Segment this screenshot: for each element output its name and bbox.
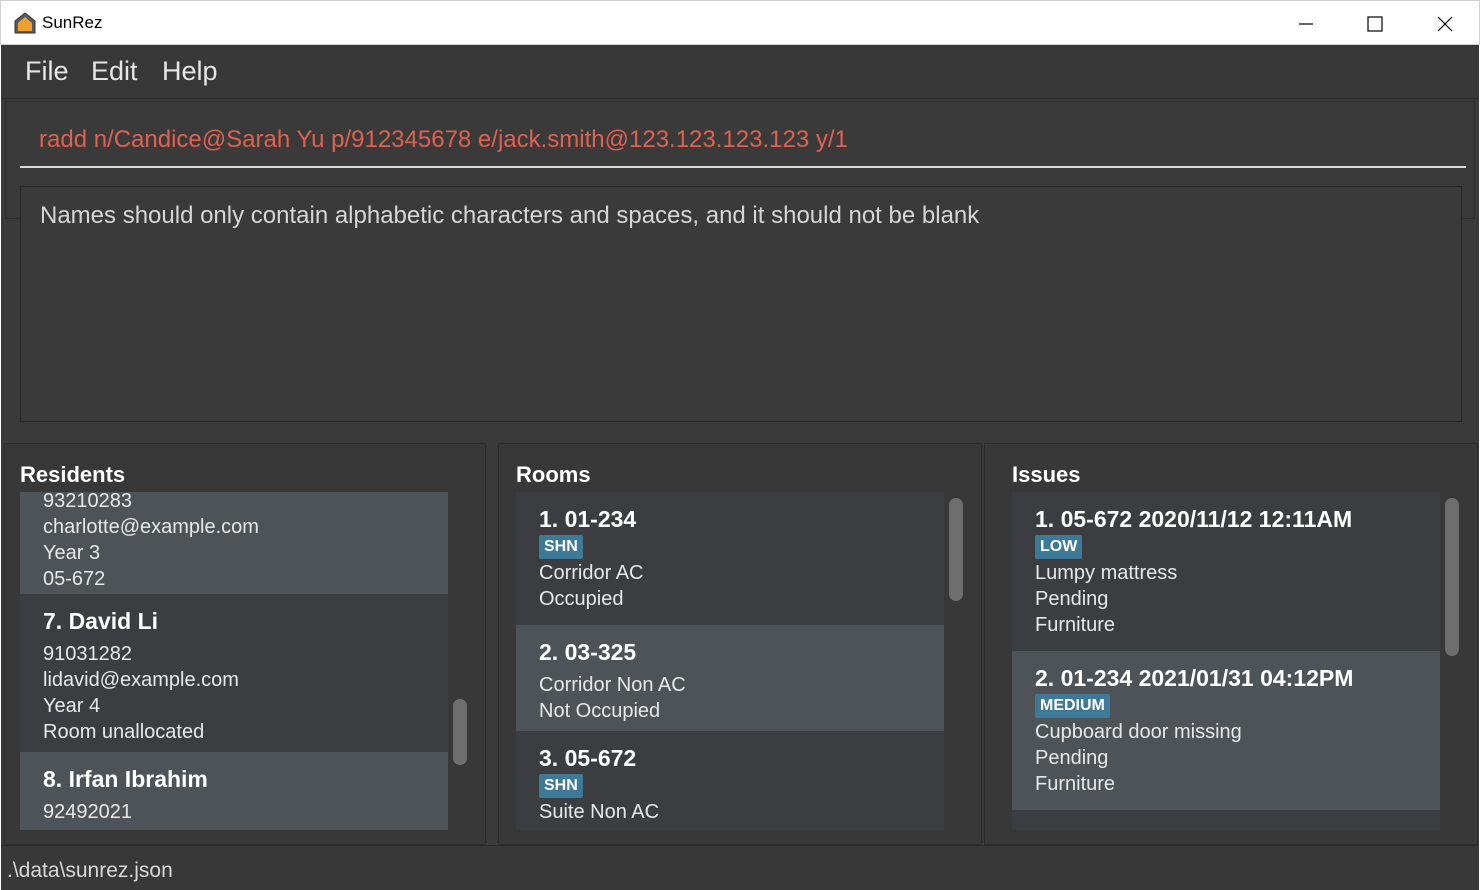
- resident-email: lidavid@example.com: [43, 669, 239, 691]
- resident-phone: 92492021: [43, 801, 132, 823]
- menu-bar: File Edit Help: [1, 45, 1479, 99]
- room-status: Not Occupied: [539, 700, 661, 722]
- issues-panel: Issues 1. 05-672 2020/11/12 12:11AM LOW …: [984, 443, 1478, 845]
- menu-file[interactable]: File: [25, 56, 69, 87]
- resident-room: 05-672: [43, 568, 106, 590]
- status-bar: .\data\sunrez.json: [1, 845, 1479, 890]
- issue-card-2[interactable]: 2. 01-234 2021/01/31 04:12PM MEDIUM Cupb…: [1012, 651, 1440, 810]
- maximize-icon: [1367, 15, 1383, 32]
- close-button[interactable]: [1410, 1, 1480, 46]
- rooms-panel: Rooms 1. 01-234 SHN Corridor AC Occupied…: [498, 443, 982, 845]
- issue-heading: 2. 01-234 2021/01/31 04:12PM: [1035, 665, 1354, 691]
- window-title: SunRez: [42, 13, 103, 32]
- issue-severity-tag: MEDIUM: [1035, 694, 1110, 718]
- menu-edit[interactable]: Edit: [91, 56, 138, 87]
- issue-description: Cupboard door missing: [1035, 721, 1242, 743]
- issues-scrollbar[interactable]: [1445, 498, 1459, 656]
- room-number: 3. 05-672: [539, 745, 637, 771]
- room-status: Occupied: [539, 588, 624, 610]
- issues-list[interactable]: 1. 05-672 2020/11/12 12:11AM LOW Lumpy m…: [1012, 492, 1440, 830]
- command-input[interactable]: radd n/Candice@Sarah Yu p/912345678 e/ja…: [20, 112, 1466, 168]
- issue-card-1[interactable]: 1. 05-672 2020/11/12 12:11AM LOW Lumpy m…: [1012, 492, 1440, 651]
- save-file-path: .\data\sunrez.json: [7, 859, 173, 882]
- close-icon: [1437, 16, 1453, 31]
- room-number: 1. 01-234: [539, 506, 637, 532]
- issue-description: Lumpy mattress: [1035, 562, 1178, 584]
- residents-list[interactable]: 93210283 charlotte@example.com Year 3 05…: [20, 492, 448, 830]
- issue-severity-tag: LOW: [1035, 535, 1083, 559]
- room-tag: SHN: [539, 535, 583, 559]
- resident-room: Room unallocated: [43, 721, 205, 743]
- room-type: Suite Non AC: [539, 801, 660, 823]
- app-window: File Edit Help radd n/Candice@Sarah Yu p…: [1, 45, 1479, 890]
- issues-title: Issues: [1012, 462, 1081, 487]
- result-display[interactable]: Names should only contain alphabetic cha…: [20, 186, 1462, 422]
- minimize-icon: [1299, 22, 1313, 25]
- resident-year: Year 3: [43, 542, 101, 564]
- room-card-3[interactable]: 3. 05-672 SHN Suite Non AC: [516, 731, 944, 830]
- resident-phone: 93210283: [43, 492, 132, 512]
- resident-year: Year 4: [43, 695, 101, 717]
- room-card-1[interactable]: 1. 01-234 SHN Corridor AC Occupied: [516, 492, 944, 625]
- resident-name: 8. Irfan Ibrahim: [43, 766, 208, 792]
- issue-category: Furniture: [1035, 773, 1116, 795]
- resident-phone: 91031282: [43, 643, 132, 665]
- maximize-button[interactable]: [1340, 1, 1410, 46]
- residents-panel: Residents 93210283 charlotte@example.com…: [4, 443, 486, 845]
- app-home-icon: [14, 12, 36, 34]
- room-card-2[interactable]: 2. 03-325 Corridor Non AC Not Occupied: [516, 625, 944, 731]
- room-number: 2. 03-325: [539, 639, 637, 665]
- result-message: Names should only contain alphabetic cha…: [40, 202, 980, 229]
- resident-card-7[interactable]: 7. David Li 91031282 lidavid@example.com…: [20, 594, 448, 752]
- residents-title: Residents: [20, 462, 126, 487]
- issue-heading: 1. 05-672 2020/11/12 12:11AM: [1035, 506, 1353, 532]
- room-type: Corridor AC: [539, 562, 644, 584]
- rooms-scrollbar[interactable]: [949, 498, 963, 601]
- resident-name: 7. David Li: [43, 608, 159, 634]
- command-text: radd n/Candice@Sarah Yu p/912345678 e/ja…: [39, 126, 848, 153]
- issue-status: Pending: [1035, 747, 1109, 769]
- issue-category: Furniture: [1035, 614, 1116, 636]
- rooms-list[interactable]: 1. 01-234 SHN Corridor AC Occupied 2. 03…: [516, 492, 944, 830]
- issue-card-3[interactable]: [1012, 810, 1440, 830]
- residents-scrollbar[interactable]: [453, 699, 467, 765]
- resident-email: charlotte@example.com: [43, 516, 259, 538]
- room-tag: SHN: [539, 774, 583, 798]
- minimize-button[interactable]: [1271, 1, 1341, 46]
- room-type: Corridor Non AC: [539, 674, 686, 696]
- menu-help[interactable]: Help: [162, 56, 218, 87]
- resident-card-6[interactable]: 93210283 charlotte@example.com Year 3 05…: [20, 492, 448, 594]
- issue-status: Pending: [1035, 588, 1109, 610]
- rooms-title: Rooms: [516, 462, 591, 487]
- title-bar: SunRez: [0, 0, 1480, 45]
- resident-card-8[interactable]: 8. Irfan Ibrahim 92492021: [20, 752, 448, 830]
